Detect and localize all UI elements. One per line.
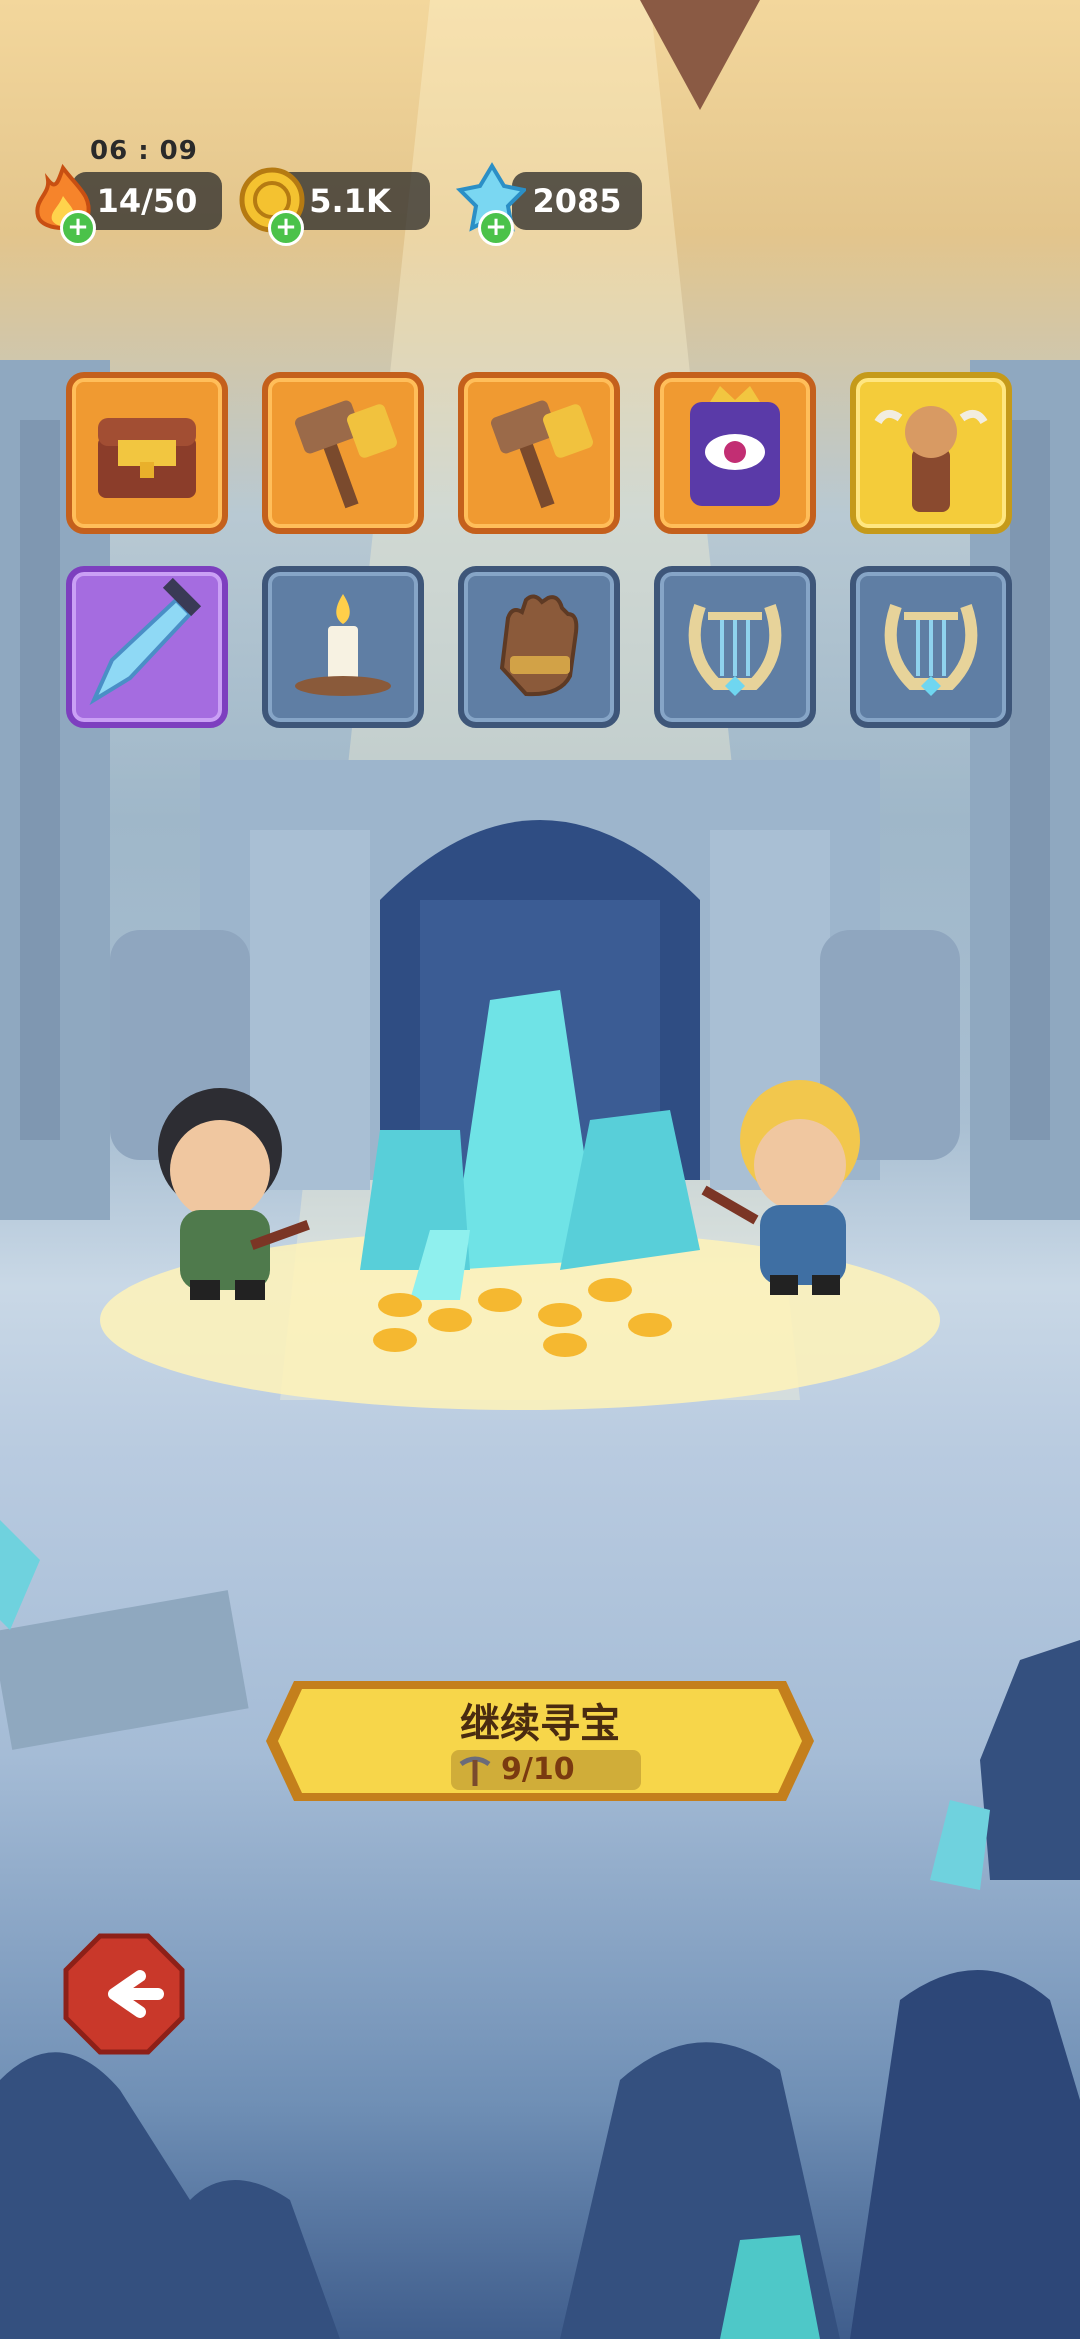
back-arrow-icon	[63, 1933, 185, 2055]
item-slot-lyre-2[interactable]	[850, 566, 1012, 728]
stamina-value: 14/50	[96, 182, 198, 220]
eye-tome-icon	[690, 386, 780, 506]
clock-display: 06 : 09	[90, 136, 198, 166]
add-stamina-button[interactable]: +	[60, 210, 96, 246]
totem-icon	[874, 406, 988, 512]
item-slot-war-hammer-2[interactable]	[458, 372, 620, 534]
item-slot-eye-tome[interactable]	[654, 372, 816, 534]
lyre-icon	[884, 604, 978, 696]
add-gold-button[interactable]: +	[268, 210, 304, 246]
item-slot-lyre-1[interactable]	[654, 566, 816, 728]
back-button[interactable]	[62, 1932, 186, 2056]
item-slot-candle[interactable]	[262, 566, 424, 728]
lyre-icon	[688, 604, 782, 696]
treasure-chest-icon	[98, 418, 196, 498]
war-hammer-icon	[295, 400, 397, 509]
add-gems-button[interactable]: +	[478, 210, 514, 246]
candle-icon	[295, 594, 391, 696]
ice-sword-icon	[89, 577, 202, 706]
pickaxe-icon	[459, 1756, 491, 1786]
item-slot-leather-glove[interactable]	[458, 566, 620, 728]
gem-value: 2085	[532, 182, 622, 220]
gold-value: 5.1K	[309, 182, 391, 220]
leather-glove-icon	[499, 594, 579, 697]
item-slot-ice-sword[interactable]	[66, 566, 228, 728]
continue-treasure-hunt-button[interactable]: 继续寻宝 9/10	[244, 1675, 836, 1807]
item-slot-totem[interactable]	[850, 372, 1012, 534]
pickaxe-progress-pill: 9/10	[451, 1750, 641, 1790]
pickaxe-progress-text: 9/10	[501, 1752, 575, 1787]
gem-bar: 2085	[512, 172, 642, 230]
continue-label: 继续寻宝	[460, 1701, 620, 1747]
item-slot-treasure-chest[interactable]	[66, 372, 228, 534]
war-hammer-icon	[491, 400, 593, 509]
item-slot-war-hammer-1[interactable]	[262, 372, 424, 534]
